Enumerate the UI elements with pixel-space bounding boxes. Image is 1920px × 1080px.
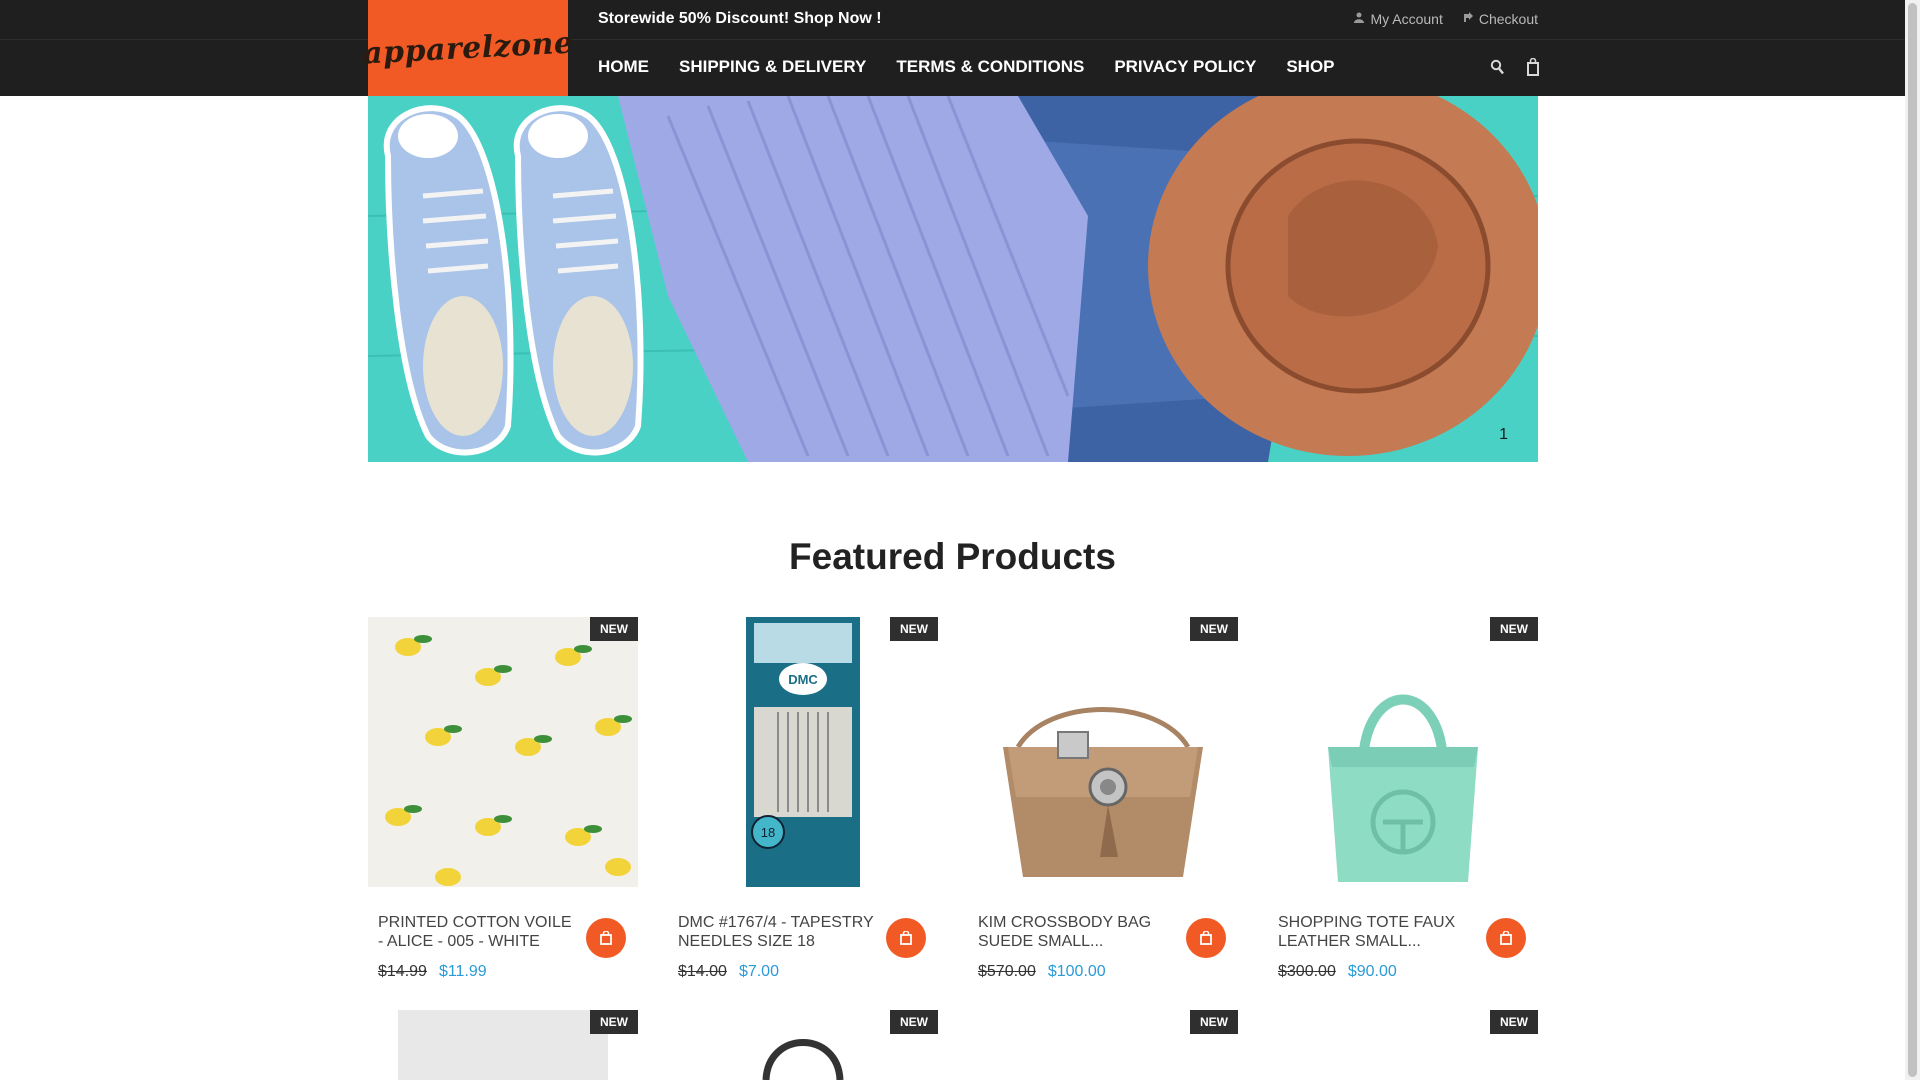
- section-title: Featured Products: [789, 536, 1116, 577]
- product-prices: $14.99 $11.99: [378, 963, 487, 981]
- sale-price: $7.00: [738, 963, 779, 980]
- page-scrollbar[interactable]: [1905, 0, 1920, 1080]
- product-card[interactable]: NEW: [368, 1010, 638, 1080]
- new-badge: NEW: [590, 1010, 638, 1034]
- nav-item-home[interactable]: HOME: [598, 57, 649, 77]
- nav-item-privacy-policy[interactable]: PRIVACY POLICY: [1114, 57, 1256, 77]
- site-logo[interactable]: apparelzone: [362, 0, 574, 96]
- svg-text:DMC: DMC: [788, 672, 818, 687]
- new-badge: NEW: [1190, 1010, 1238, 1034]
- cart-icon: [600, 931, 612, 945]
- add-to-cart-button[interactable]: [586, 918, 626, 958]
- old-price: $14.99: [378, 963, 427, 980]
- product-card[interactable]: NEW PRINTED COTTON VOILE - ALICE - 005 -…: [368, 617, 638, 987]
- new-badge: NEW: [1490, 1010, 1538, 1034]
- slide-indicator[interactable]: 1: [1499, 426, 1508, 444]
- add-to-cart-button[interactable]: [1186, 918, 1226, 958]
- nav-item-terms-conditions[interactable]: TERMS & CONDITIONS: [896, 57, 1084, 77]
- checkout-link[interactable]: Checkout: [1463, 11, 1538, 27]
- old-price: $14.00: [678, 963, 727, 980]
- new-badge: NEW: [590, 617, 638, 641]
- product-card[interactable]: NEW: [968, 1010, 1238, 1080]
- hero-slider[interactable]: 1: [368, 96, 1538, 462]
- product-image[interactable]: [368, 617, 638, 887]
- new-badge: NEW: [1490, 617, 1538, 641]
- cart-icon: [1200, 931, 1212, 945]
- old-price: $300.00: [1278, 963, 1336, 980]
- product-prices: $300.00 $90.00: [1278, 963, 1397, 981]
- old-price: $570.00: [978, 963, 1036, 980]
- main-menu: HOME SHIPPING & DELIVERY TERMS & CONDITI…: [598, 57, 1335, 77]
- new-badge: NEW: [1190, 617, 1238, 641]
- promo-banner[interactable]: Storewide 50% Discount! Shop Now !: [598, 10, 882, 28]
- product-image[interactable]: [1268, 617, 1538, 887]
- product-name[interactable]: DMC #1767/4 - TAPESTRY NEEDLES SIZE 18: [678, 913, 878, 951]
- search-icon[interactable]: [1489, 57, 1505, 77]
- new-badge: NEW: [890, 1010, 938, 1034]
- cart-icon[interactable]: [1525, 57, 1541, 77]
- svg-text:18: 18: [761, 825, 775, 840]
- share-icon: [1463, 12, 1473, 26]
- add-to-cart-button[interactable]: [886, 918, 926, 958]
- product-prices: $570.00 $100.00: [978, 963, 1106, 981]
- product-card[interactable]: NEW: [668, 1010, 938, 1080]
- product-name[interactable]: KIM CROSSBODY BAG SUEDE SMALL...: [978, 913, 1178, 951]
- product-card[interactable]: NEW KIM CROSSBODY BAG SUEDE SMALL... $57…: [968, 617, 1238, 987]
- sale-price: $11.99: [438, 963, 487, 980]
- product-prices: $14.00 $7.00: [678, 963, 779, 981]
- product-card[interactable]: NEW: [1268, 1010, 1538, 1080]
- account-links: My Account Checkout: [1354, 11, 1538, 27]
- product-name[interactable]: PRINTED COTTON VOILE - ALICE - 005 - WHI…: [378, 913, 578, 951]
- cart-icon: [900, 931, 912, 945]
- add-to-cart-button[interactable]: [1486, 918, 1526, 958]
- new-badge: NEW: [890, 617, 938, 641]
- sale-price: $100.00: [1047, 963, 1106, 980]
- hero-image: [368, 96, 1538, 462]
- product-image[interactable]: DMC 18: [668, 617, 938, 887]
- scrollbar-thumb[interactable]: [1908, 3, 1917, 1077]
- cart-icon: [1500, 931, 1512, 945]
- nav-item-shipping-delivery[interactable]: SHIPPING & DELIVERY: [679, 57, 866, 77]
- top-bar: Storewide 50% Discount! Shop Now ! My Ac…: [0, 0, 1905, 39]
- product-name[interactable]: SHOPPING TOTE FAUX LEATHER SMALL...: [1278, 913, 1478, 951]
- nav-item-shop[interactable]: SHOP: [1286, 57, 1334, 77]
- my-account-link[interactable]: My Account: [1354, 11, 1443, 27]
- product-image[interactable]: [968, 617, 1238, 887]
- product-card[interactable]: NEW SHOPPING TOTE FAUX LEATHER SMALL... …: [1268, 617, 1538, 987]
- product-card[interactable]: DMC 18 NEW DMC #1767/4 - TAPESTRY NEEDLE…: [668, 617, 938, 987]
- user-icon: [1354, 12, 1365, 26]
- nav-icons: [1489, 57, 1541, 77]
- sale-price: $90.00: [1347, 963, 1397, 980]
- logo-text: apparelzone: [361, 25, 575, 71]
